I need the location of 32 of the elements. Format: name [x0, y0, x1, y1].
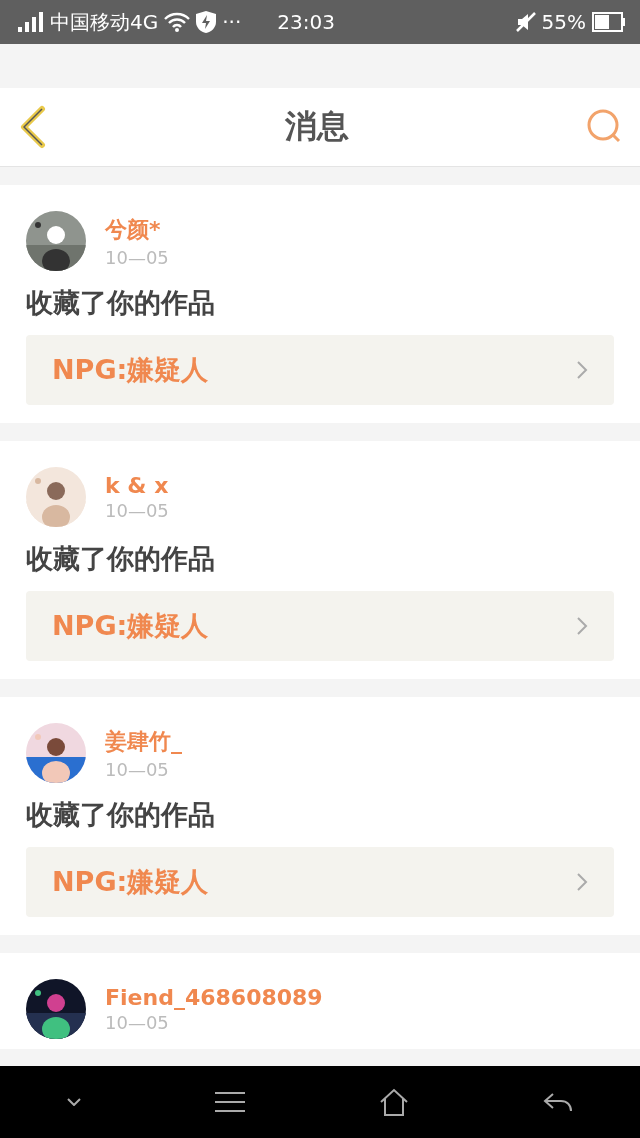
message-date: 10—05: [105, 246, 169, 268]
message-text: 收藏了你的作品: [26, 286, 216, 320]
chevron-right-icon: [576, 872, 588, 892]
battery-percent: 55%: [541, 10, 586, 34]
chevron-right-icon: [576, 616, 588, 636]
work-link[interactable]: NPG:嫌疑人: [26, 847, 614, 917]
mute-icon: [515, 12, 536, 32]
user-name: 兮颜*: [105, 215, 162, 244]
battery-icon: [592, 12, 626, 32]
home-button[interactable]: [379, 1088, 409, 1116]
work-link[interactable]: NPG:嫌疑人: [26, 335, 614, 405]
message-date: 10—05: [105, 758, 170, 780]
wifi-icon: [164, 12, 191, 32]
message-date: 10—05: [105, 1012, 170, 1033]
signal-icon: [18, 12, 44, 32]
user-name: 姜肆竹_: [105, 727, 182, 756]
user-name: Fiend_468608089: [105, 985, 323, 1010]
message-date: 10—05: [105, 500, 169, 521]
back-button[interactable]: [543, 1092, 573, 1112]
collapse-button[interactable]: [67, 1098, 81, 1106]
shield-icon: [196, 11, 217, 33]
chevron-right-icon: [576, 360, 588, 380]
carrier-name: 中国移动4G: [50, 8, 159, 36]
message-text: 收藏了你的作品: [26, 798, 216, 832]
back-button[interactable]: [18, 105, 48, 149]
work-link[interactable]: NPG:嫌疑人: [26, 591, 614, 661]
page-title: 消息: [285, 106, 349, 147]
status-dots: ···: [222, 10, 242, 34]
user-name: k & x: [105, 473, 169, 498]
menu-button[interactable]: [215, 1091, 245, 1113]
clock-time: 23:03: [277, 10, 335, 34]
message-text: 收藏了你的作品: [26, 542, 216, 576]
